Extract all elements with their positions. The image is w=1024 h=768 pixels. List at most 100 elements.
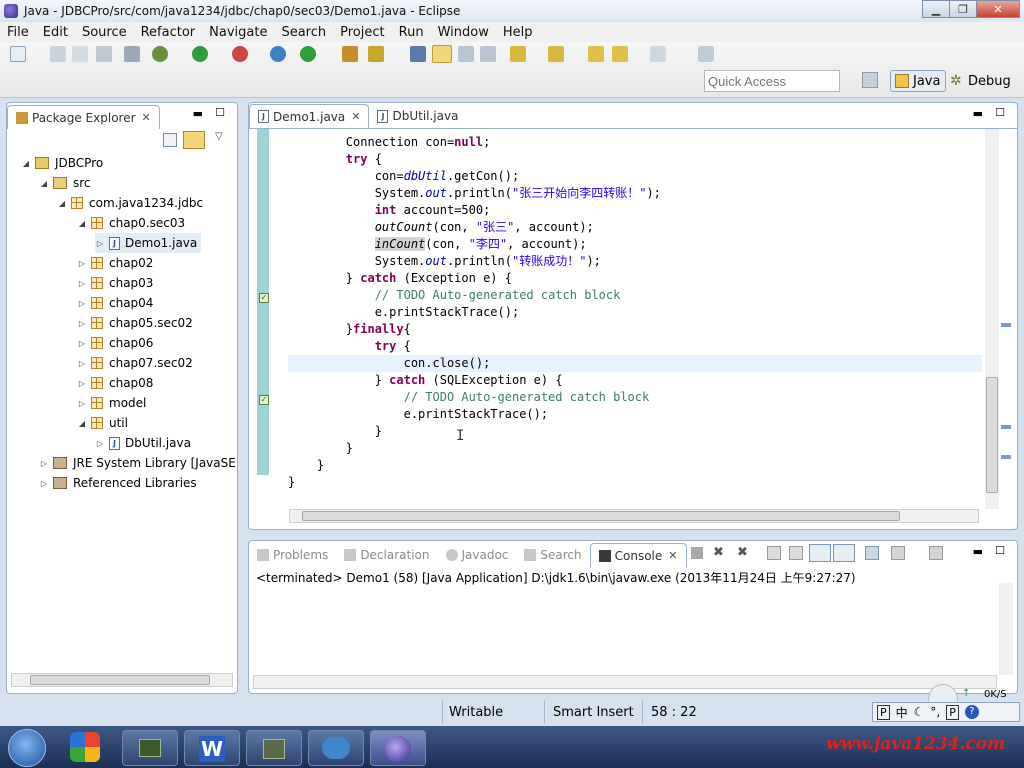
maximize-button[interactable]: ❐ xyxy=(949,0,977,18)
print-icon[interactable] xyxy=(96,46,112,62)
tree-item-util[interactable]: ◢ util xyxy=(77,413,128,433)
save-all-icon[interactable] xyxy=(72,46,88,62)
tree-item-chap08[interactable]: ▷ chap08 xyxy=(77,373,154,393)
tree-item-chap0-sec03[interactable]: ◢ chap0.sec03 xyxy=(77,213,185,233)
maximize-view-icon[interactable]: ☐ xyxy=(995,544,1005,557)
menu-file[interactable]: File xyxy=(0,25,36,40)
tree-item-dbutil-java[interactable]: ▷ J DbUtil.java xyxy=(95,433,191,453)
menu-source[interactable]: Source xyxy=(75,25,134,40)
pin-console-icon[interactable] xyxy=(865,546,879,560)
debug-perspective-button[interactable]: ✲ Debug xyxy=(950,70,1011,92)
new-icon[interactable] xyxy=(10,46,26,62)
console-horizontal-scrollbar[interactable] xyxy=(253,675,997,689)
menu-edit[interactable]: Edit xyxy=(36,25,75,40)
task-eclipse[interactable] xyxy=(370,730,426,766)
save-icon[interactable] xyxy=(50,46,66,62)
editor-vertical-scrollbar[interactable] xyxy=(985,129,999,509)
tree-item-chap03[interactable]: ▷ chap03 xyxy=(77,273,154,293)
open-type-icon[interactable] xyxy=(342,46,358,62)
explorer-horizontal-scrollbar[interactable] xyxy=(11,673,233,687)
annotation-icon[interactable] xyxy=(432,45,452,63)
menu-project[interactable]: Project xyxy=(333,25,391,40)
close-button[interactable]: ✕ xyxy=(976,0,1020,18)
tab-declaration[interactable]: Declaration xyxy=(336,543,437,567)
maximize-view-icon[interactable]: ☐ xyxy=(995,106,1005,119)
editor-horizontal-scrollbar[interactable] xyxy=(289,509,979,523)
open-perspective-icon[interactable] xyxy=(862,72,878,88)
quick-access-input[interactable] xyxy=(704,70,840,92)
scroll-thumb[interactable] xyxy=(302,511,900,521)
display-console-icon[interactable] xyxy=(891,546,905,560)
tree-item-model[interactable]: ▷ model xyxy=(77,393,146,413)
tree-item-chap05-sec02[interactable]: ▷ chap05.sec02 xyxy=(77,313,193,333)
ime-toolbar[interactable]: P 中 ☾ °, P ? xyxy=(872,702,1020,722)
forward-icon[interactable] xyxy=(650,46,666,62)
tree-item-chap04[interactable]: ▷ chap04 xyxy=(77,293,154,313)
task-marker-icon[interactable]: ✓ xyxy=(259,395,269,405)
tree-item-src[interactable]: ◢ src xyxy=(39,173,91,193)
new-package-icon[interactable] xyxy=(300,46,316,62)
terminate-icon[interactable] xyxy=(691,547,703,559)
next-annotation-icon[interactable] xyxy=(510,46,526,62)
back-icon[interactable] xyxy=(612,46,628,62)
overview-marker[interactable] xyxy=(1001,455,1011,459)
project-icon xyxy=(35,157,49,169)
tree-item-jre-system-library[interactable]: ▷ JRE System Library [JavaSE xyxy=(39,453,236,473)
tab-problems[interactable]: Problems xyxy=(249,543,336,567)
scroll-thumb[interactable] xyxy=(986,377,998,493)
scroll-lock-icon[interactable] xyxy=(789,546,803,560)
skip-breakpoints-icon[interactable] xyxy=(124,46,140,62)
menu-help[interactable]: Help xyxy=(496,25,540,40)
tab-javadoc[interactable]: Javadoc xyxy=(438,543,517,567)
tree-item-chap02[interactable]: ▷ chap02 xyxy=(77,253,154,273)
show-whitespace-icon[interactable] xyxy=(480,46,496,62)
show-on-stdout-icon[interactable] xyxy=(809,544,831,562)
menu-refactor[interactable]: Refactor xyxy=(134,25,203,40)
toggle-mark-icon[interactable] xyxy=(410,46,426,62)
open-console-icon[interactable] xyxy=(929,546,943,560)
run-icon[interactable] xyxy=(192,46,208,62)
task-marker-icon[interactable]: ✓ xyxy=(259,293,269,303)
tree-item-chap07-sec02[interactable]: ▷ chap07.sec02 xyxy=(77,353,193,373)
tab-console[interactable]: Console ✕ xyxy=(589,543,687,567)
search-icon[interactable] xyxy=(368,46,384,62)
tree-item-jdbcpro[interactable]: ◢ JDBCPro xyxy=(21,153,103,173)
task-word[interactable]: W xyxy=(184,730,240,766)
menu-run[interactable]: Run xyxy=(392,25,431,40)
code-editor[interactable]: Connection con=null; try { con=dbUtil.ge… xyxy=(288,119,982,503)
tree-item-chap06[interactable]: ▷ chap06 xyxy=(77,333,154,353)
menu-search[interactable]: Search xyxy=(274,25,333,40)
window-title: Java - JDBCPro/src/com/java1234/jdbc/cha… xyxy=(24,4,461,18)
menu-window[interactable]: Window xyxy=(431,25,496,40)
external-tools-icon[interactable] xyxy=(232,46,248,62)
scroll-thumb[interactable] xyxy=(30,675,210,685)
last-edit-icon[interactable] xyxy=(588,46,604,62)
overview-marker[interactable] xyxy=(1001,425,1011,429)
tree-item-demo1-java[interactable]: ▷ J Demo1.java xyxy=(95,233,202,253)
block-selection-icon[interactable] xyxy=(458,46,474,62)
remove-all-icon[interactable]: ✖ xyxy=(737,545,748,560)
clear-console-icon[interactable] xyxy=(767,546,781,560)
remove-launch-icon[interactable]: ✖ xyxy=(713,545,724,560)
minimize-view-icon[interactable]: ▬ xyxy=(973,545,983,558)
tree-item-referenced-libraries[interactable]: ▷ Referenced Libraries xyxy=(39,473,197,493)
task-tool[interactable] xyxy=(246,730,302,766)
prev-annotation-icon[interactable] xyxy=(548,46,564,62)
start-button[interactable] xyxy=(8,729,46,767)
tree-item-com-java1234-jdbc[interactable]: ◢ com.java1234.jdbc xyxy=(57,193,203,213)
ime-mode[interactable]: 中 xyxy=(896,704,908,721)
java-perspective-button[interactable]: Java xyxy=(890,70,946,92)
new-java-project-icon[interactable] xyxy=(270,46,286,62)
console-vertical-scrollbar[interactable] xyxy=(999,583,1013,675)
browser-taskbar-icon[interactable] xyxy=(70,732,100,762)
pin-editor-icon[interactable] xyxy=(698,46,714,62)
overview-marker[interactable] xyxy=(1001,323,1011,327)
task-mysql[interactable] xyxy=(308,730,364,766)
debug-icon[interactable] xyxy=(152,46,168,62)
minimize-button[interactable]: ▁ xyxy=(922,0,950,18)
close-icon[interactable]: ✕ xyxy=(668,549,677,562)
show-on-stderr-icon[interactable] xyxy=(833,544,855,562)
tab-search[interactable]: Search xyxy=(516,543,589,567)
task-terminal[interactable] xyxy=(122,730,178,766)
menu-navigate[interactable]: Navigate xyxy=(202,25,274,40)
